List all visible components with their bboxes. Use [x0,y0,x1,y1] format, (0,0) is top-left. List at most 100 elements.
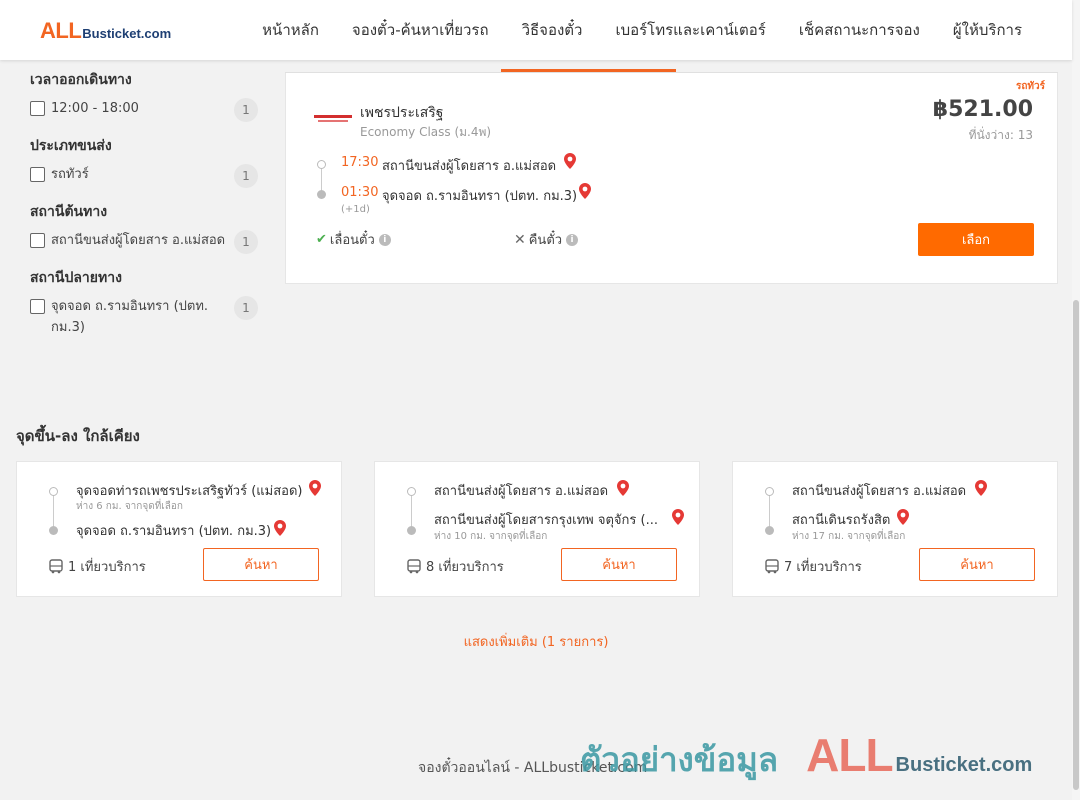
filter-option-label: 12:00 - 18:00 [51,101,139,116]
filter-origin-station: สถานีต้นทาง สถานีขนส่งผู้โดยสาร อ.แม่สอด… [30,202,258,254]
page-scrollbar[interactable] [1072,0,1080,800]
filter-option[interactable]: สถานีขนส่งผู้โดยสาร อ.แม่สอด 1 [30,230,258,254]
refund-policy: ✕ คืนตั๋ว i [514,229,579,250]
show-more-link[interactable]: แสดงเพิ่มเติม (1 รายการ) [0,631,1072,652]
select-trip-button[interactable]: เลือก [918,223,1034,256]
nearby-card: สถานีขนส่งผู้โดยสาร อ.แม่สอด สถานีเดินรถ… [732,461,1058,597]
departure-dot [317,160,326,169]
nearby-card: สถานีขนส่งผู้โดยสาร อ.แม่สอด สถานีขนส่งผ… [374,461,700,597]
filter-option[interactable]: 12:00 - 18:00 1 [30,98,258,122]
destination-dot [765,526,774,535]
departure-time: 17:30 [341,155,379,170]
sample-data-watermark: ตัวอย่างข้อมูล ALL Busticket.com [580,728,1032,786]
filter-count-badge: 1 [234,98,258,122]
operator-logo-icon [314,115,352,122]
filter-transport-type: ประเภทขนส่ง รถทัวร์ 1 [30,136,258,188]
filter-option[interactable]: รถทัวร์ 1 [30,164,258,188]
logo-busticket: Busticket.com [82,26,172,41]
service-count: 7 เที่ยวบริการ [765,556,862,577]
watermark-thai-text: ตัวอย่างข้อมูล [580,740,779,779]
nearby-destination: จุดจอด ถ.รามอินทรา (ปตท. กม.3) [76,524,272,539]
origin-dot [49,487,58,496]
bus-icon [49,559,63,574]
trip-price: ฿521.00 [932,97,1033,122]
results-top-border [285,72,1058,73]
filter-checkbox[interactable] [30,167,45,182]
info-icon[interactable]: i [378,233,391,246]
trip-type-tag: รถทัวร์ [1015,81,1045,92]
filter-count-badge: 1 [234,230,258,254]
service-count: 1 เที่ยวบริการ [49,556,146,577]
cross-icon: ✕ [514,231,526,248]
scrollbar-thumb[interactable] [1073,300,1079,790]
watermark-logo-busticket: Busticket.com [895,754,1033,776]
refund-label: คืนตั๋ว [528,233,563,248]
seats-available: ที่นั่งว่าง: 13 [968,128,1033,142]
service-count-label: 8 เที่ยวบริการ [426,560,504,575]
map-pin-icon[interactable] [579,183,591,199]
nav-operators[interactable]: ผู้ให้บริการ [953,18,1022,42]
route-timeline [769,492,770,530]
filter-option[interactable]: จุดจอด ถ.รามอินทรา (ปตท. กม.3) 1 [30,296,258,338]
next-day-indicator: (+1d) [341,204,370,215]
bus-class: Economy Class (ม.4พ) [360,125,492,139]
top-header: ALL Busticket.com หน้าหลัก จองตั๋ว-ค้นหา… [0,0,1072,60]
reschedule-policy: ✔ เลื่อนตั๋ว i [316,229,391,250]
search-button[interactable]: ค้นหา [561,548,677,581]
nav-check-status[interactable]: เช็คสถานะการจอง [799,18,920,42]
search-button[interactable]: ค้นหา [919,548,1035,581]
map-pin-icon[interactable] [309,480,321,496]
filter-option-label: จุดจอด ถ.รามอินทรา (ปตท. กม.3) [51,299,209,335]
filter-sidebar: เวลาออกเดินทาง 12:00 - 18:00 1 ประเภทขนส… [30,62,258,352]
origin-distance: ห่าง 6 กม. จากจุดที่เลือก [76,501,183,512]
filter-option-label: รถทัวร์ [51,167,89,182]
service-count-label: 7 เที่ยวบริการ [784,560,862,575]
nearby-destination: สถานีขนส่งผู้โดยสารกรุงเทพ จตุจักร (... [434,513,658,528]
filter-count-badge: 1 [234,164,258,188]
check-icon: ✔ [316,232,327,247]
nearby-origin: สถานีขนส่งผู้โดยสาร อ.แม่สอด [792,484,967,499]
filter-checkbox[interactable] [30,299,45,314]
destination-dot [49,526,58,535]
map-pin-icon[interactable] [564,153,576,169]
destination-distance: ห่าง 10 กม. จากจุดที่เลือก [434,531,548,542]
filter-count-badge: 1 [234,296,258,320]
filter-destination-station: สถานีปลายทาง จุดจอด ถ.รามอินทรา (ปตท. กม… [30,268,258,338]
trip-result-card: รถทัวร์ เพชรประเสริฐ Economy Class (ม.4พ… [285,72,1058,284]
filter-title: สถานีปลายทาง [30,270,122,286]
filter-checkbox[interactable] [30,101,45,116]
filter-checkbox[interactable] [30,233,45,248]
route-timeline [411,492,412,530]
nearby-destination: สถานีเดินรถรังสิต [792,513,891,528]
arrival-time: 01:30 [341,185,379,200]
arrival-station: จุดจอด ถ.รามอินทรา (ปตท. กม.3) [382,189,578,204]
bus-icon [407,559,421,574]
service-count: 8 เที่ยวบริการ [407,556,504,577]
main-nav: หน้าหลัก จองตั๋ว-ค้นหาเที่ยวรถ วิธีจองตั… [229,0,1022,60]
origin-dot [765,487,774,496]
search-button[interactable]: ค้นหา [203,548,319,581]
nearby-origin: สถานีขนส่งผู้โดยสาร อ.แม่สอด [434,484,609,499]
map-pin-icon[interactable] [672,509,684,525]
arrival-dot [317,190,326,199]
filter-title: สถานีต้นทาง [30,204,108,220]
map-pin-icon[interactable] [975,480,987,496]
filter-title: ประเภทขนส่ง [30,138,112,154]
reschedule-label: เลื่อนตั๋ว [329,233,375,248]
filter-departure-time: เวลาออกเดินทาง 12:00 - 18:00 1 [30,70,258,122]
service-count-label: 1 เที่ยวบริการ [68,560,146,575]
info-icon[interactable]: i [566,233,579,246]
watermark-logo-all: ALL [806,729,893,781]
map-pin-icon[interactable] [274,520,286,536]
active-tab-indicator [501,69,676,72]
map-pin-icon[interactable] [617,480,629,496]
destination-distance: ห่าง 17 กม. จากจุดที่เลือก [792,531,906,542]
route-timeline [53,492,54,530]
nearby-origin: จุดจอดท่ารถเพชรประเสริฐทัวร์ (แม่สอด) [76,484,303,499]
nav-book-search[interactable]: จองตั๋ว-ค้นหาเที่ยวรถ [352,18,489,42]
map-pin-icon[interactable] [897,509,909,525]
nav-phone-counter[interactable]: เบอร์โทรและเคาน์เตอร์ [615,18,765,42]
nav-how-to-book[interactable]: วิธีจองตั๋ว [522,18,583,42]
site-logo[interactable]: ALL Busticket.com [40,18,171,44]
nav-home[interactable]: หน้าหลัก [262,18,319,42]
